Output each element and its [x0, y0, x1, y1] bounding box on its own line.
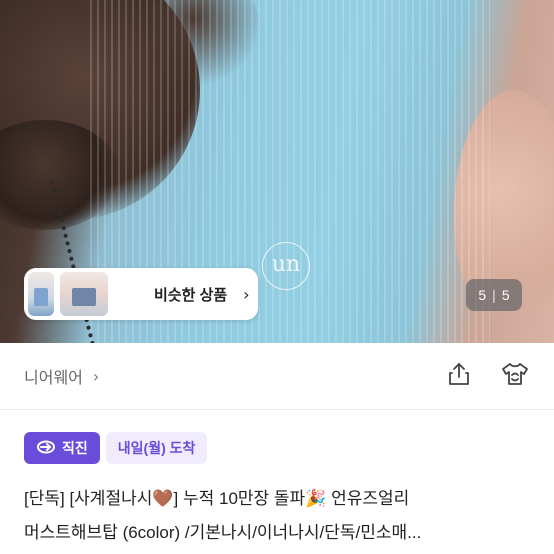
brand-row: 니어웨어 ›	[0, 343, 554, 409]
pager-separator: |	[492, 287, 496, 303]
direct-ship-icon	[36, 440, 56, 457]
share-icon[interactable]	[446, 361, 472, 391]
pager-current: 5	[478, 287, 487, 303]
product-title: [단독] [사계절나시🤎] 누적 10만장 돌파🎉 언유즈얼리 머스트해브탑 (…	[24, 482, 534, 550]
similar-products-button[interactable]: 비슷한 상품 ›	[24, 268, 258, 320]
similar-products-label: 비슷한 상품	[154, 286, 228, 304]
direct-ship-badge: 직진	[24, 432, 100, 464]
brand-link[interactable]: 니어웨어	[24, 364, 83, 388]
chevron-right-icon[interactable]: ›	[93, 367, 99, 386]
direct-ship-label: 직진	[62, 440, 88, 456]
shirt-logo: un	[262, 242, 310, 290]
pager-total: 5	[501, 287, 510, 303]
section-divider	[0, 409, 554, 410]
product-title-line: 머스트해브탑 (6color) /기본나시/이너나시/단독/민소매...	[24, 523, 422, 542]
image-pager: 5 | 5	[466, 279, 522, 311]
product-title-line: [단독] [사계절나시🤎] 누적 10만장 돌파🎉 언유즈얼리	[24, 489, 410, 508]
arrival-badge: 내일(월) 도착	[105, 432, 208, 464]
delivery-badges: 직진 내일(월) 도착	[24, 432, 208, 464]
tshirt-fitting-icon[interactable]	[500, 361, 530, 391]
product-actions	[446, 361, 530, 391]
similar-thumbnail	[28, 272, 54, 316]
product-image-gallery[interactable]: un 비슷한 상품 › 5 | 5	[0, 0, 554, 343]
chevron-right-icon: ›	[243, 284, 250, 304]
similar-thumbnail	[60, 272, 108, 316]
